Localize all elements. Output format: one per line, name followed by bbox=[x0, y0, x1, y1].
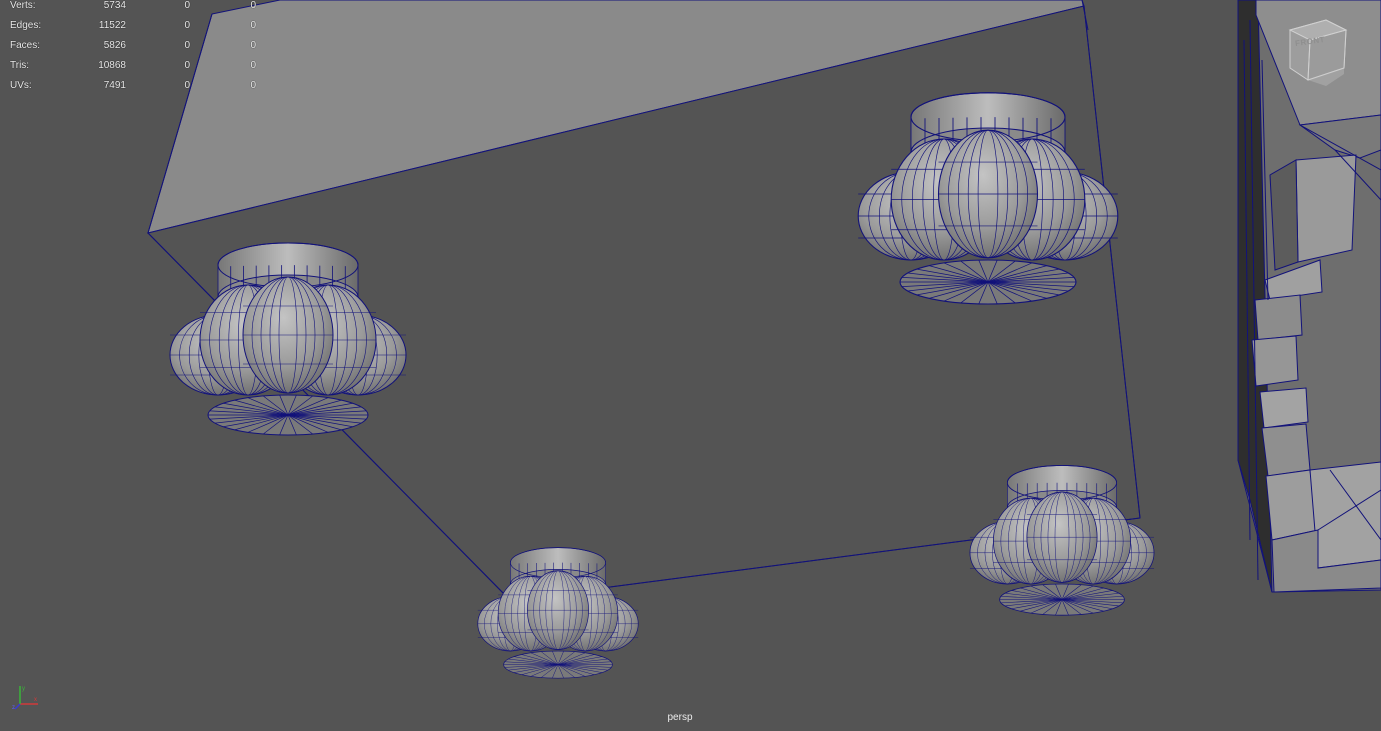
hud-value: 0 bbox=[250, 20, 256, 31]
hud-label: UVs: bbox=[10, 80, 32, 91]
hud-label: Verts: bbox=[10, 0, 36, 11]
svg-text:y: y bbox=[22, 686, 25, 692]
scene-geometry[interactable] bbox=[0, 0, 1381, 731]
hud-value: 5734 bbox=[103, 0, 126, 11]
hud-value: 0 bbox=[250, 0, 256, 11]
hud-value: 11522 bbox=[98, 20, 126, 31]
svg-text:z: z bbox=[12, 705, 15, 711]
hud-value: 0 bbox=[184, 20, 190, 31]
hud-value: 0 bbox=[250, 40, 256, 51]
hud-value: 0 bbox=[250, 60, 256, 71]
xyz-axis-icon: x y z bbox=[12, 682, 42, 712]
side-object-mesh[interactable] bbox=[1237, 0, 1381, 593]
hud-value: 0 bbox=[184, 40, 190, 51]
hud-value: 0 bbox=[184, 60, 190, 71]
hud-label: Tris: bbox=[10, 60, 30, 71]
hud-label: Faces: bbox=[10, 40, 41, 51]
hud-value: 0 bbox=[184, 0, 190, 11]
camera-name-label: persp bbox=[667, 712, 693, 723]
hud-value: 0 bbox=[184, 80, 190, 91]
hud-value: 7491 bbox=[103, 80, 126, 91]
hud-value: 10868 bbox=[98, 60, 126, 71]
viewport-persp[interactable]: Verts: 5734 0 0 Edges: 11522 0 0 Faces: … bbox=[0, 0, 1381, 731]
hud-label: Edges: bbox=[10, 20, 42, 31]
svg-text:x: x bbox=[34, 697, 37, 703]
hud-value: 5826 bbox=[103, 40, 126, 51]
hud-value: 0 bbox=[250, 80, 256, 91]
view-cube-icon[interactable]: FRONT bbox=[1286, 18, 1352, 88]
